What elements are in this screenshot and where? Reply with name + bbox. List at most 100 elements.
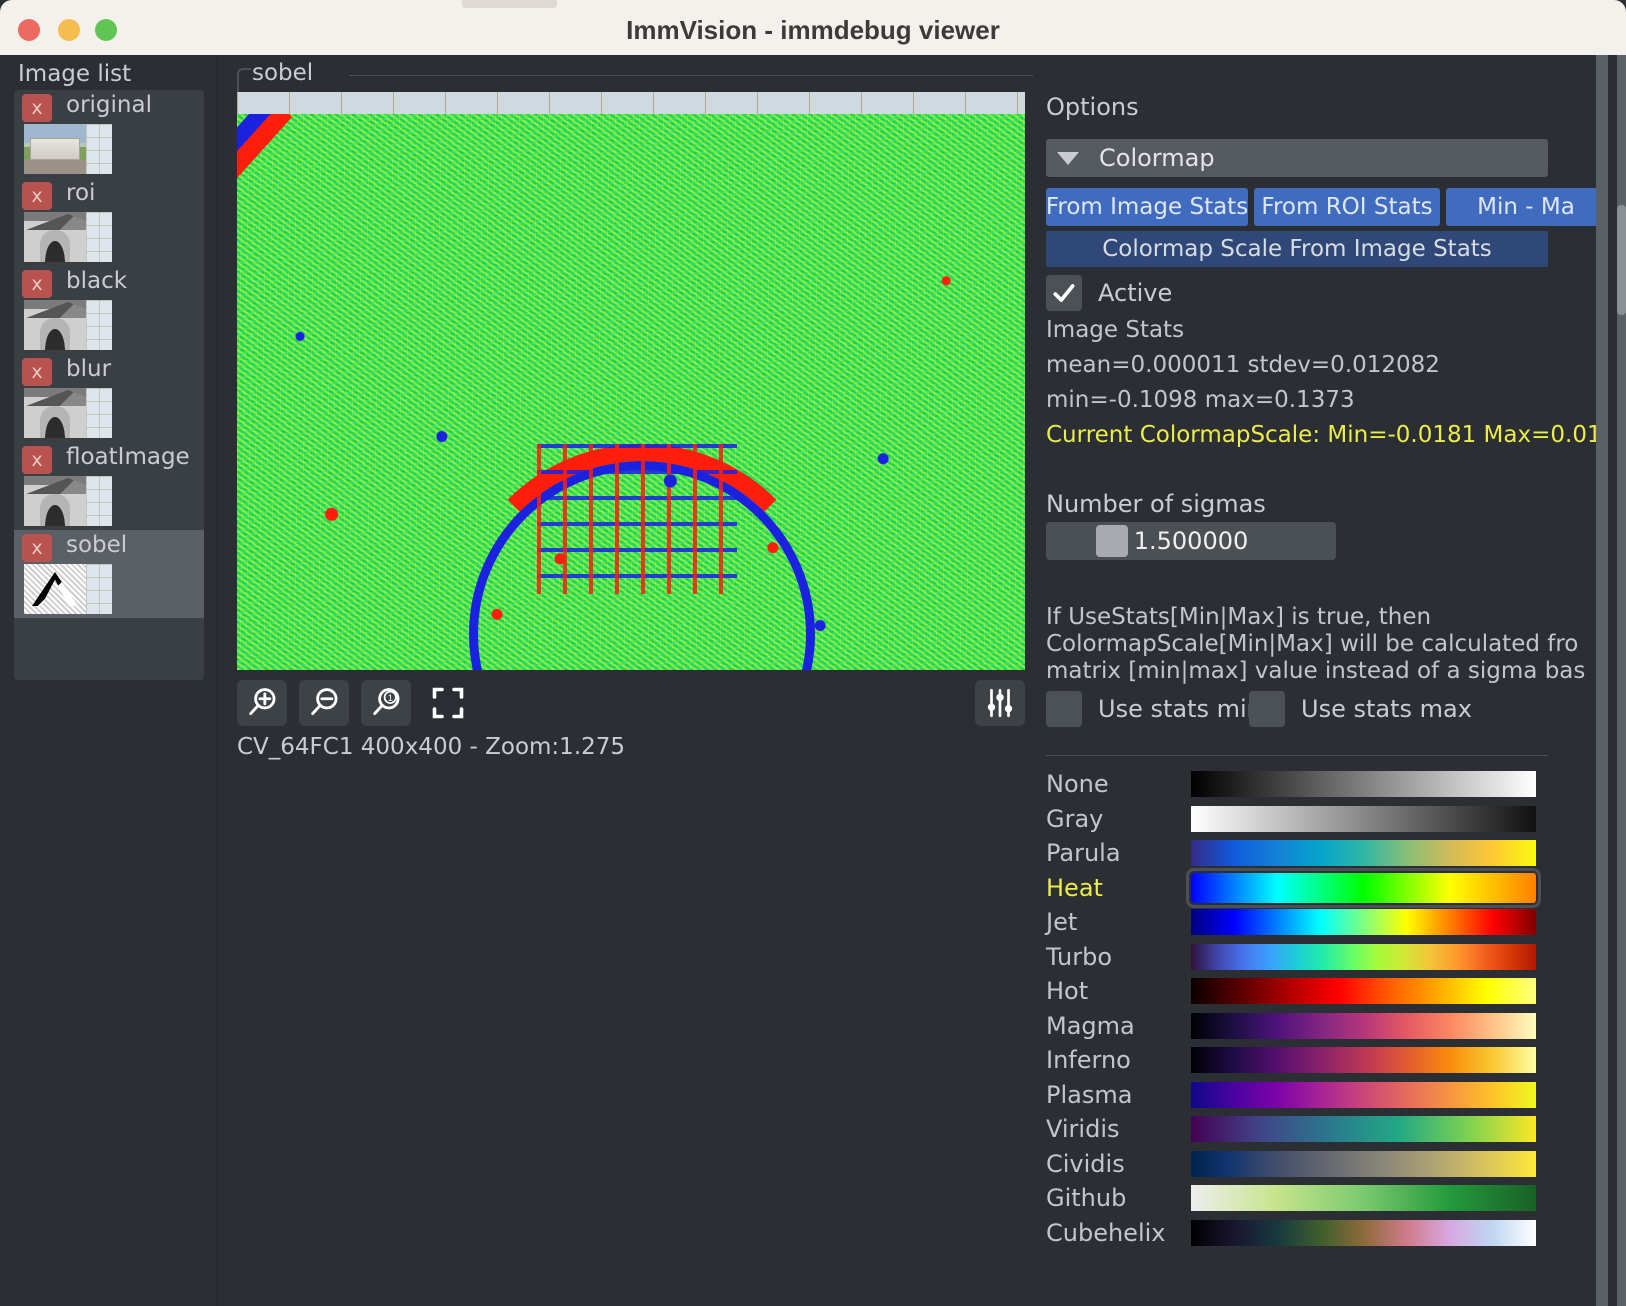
image-thumbnail[interactable]	[24, 564, 112, 614]
thumbnail-grid	[86, 476, 112, 526]
tab-sobel[interactable]: sobel	[252, 60, 313, 86]
image-list-item-original[interactable]: x original	[14, 90, 204, 178]
colormap-swatch[interactable]	[1191, 1082, 1536, 1108]
colormap-row-none[interactable]: None	[1033, 767, 1617, 802]
image-list-item-sobel[interactable]: xsobel	[14, 530, 204, 618]
colormap-collapsing-header[interactable]: Colormap	[1046, 139, 1548, 177]
help-text-line-3: matrix [min|max] value instead of a sigm…	[1046, 658, 1585, 684]
colormap-swatch[interactable]	[1191, 1047, 1536, 1073]
use-stats-max-row[interactable]: Use stats max	[1249, 691, 1472, 727]
current-colormap-scale: Current ColormapScale: Min=-0.0181 Max=0…	[1046, 422, 1602, 448]
colormap-row-plasma[interactable]: Plasma	[1033, 1078, 1617, 1113]
colormap-swatch[interactable]	[1191, 771, 1536, 797]
colormap-swatch[interactable]	[1191, 1185, 1536, 1211]
image-list-item-label: original	[66, 92, 152, 118]
image-list-item-floatimage[interactable]: xfloatImage	[14, 442, 204, 530]
use-stats-min-row[interactable]: Use stats min	[1046, 691, 1262, 727]
use-stats-min-checkbox[interactable]	[1046, 691, 1082, 727]
colormap-row-jet[interactable]: Jet	[1033, 905, 1617, 940]
colormap-row-inferno[interactable]: Inferno	[1033, 1043, 1617, 1078]
zoom-one-icon[interactable]: 1	[361, 680, 411, 726]
colormap-row-gray[interactable]: Gray	[1033, 802, 1617, 837]
colormap-swatch[interactable]	[1191, 873, 1536, 903]
active-label: Active	[1098, 279, 1172, 307]
use-stats-min-label: Use stats min	[1098, 695, 1262, 723]
colormap-row-github[interactable]: Github	[1033, 1181, 1617, 1216]
colormap-row-parula[interactable]: Parula	[1033, 836, 1617, 871]
number-of-sigmas-label: Number of sigmas	[1046, 490, 1266, 518]
image-list[interactable]: xoriginalxroixblackxblurxfloatImagexsobe…	[14, 90, 204, 680]
adjust-sliders-icon[interactable]	[975, 680, 1025, 726]
thumbnail-photo	[24, 564, 86, 614]
number-of-sigmas-value: 1.500000	[1046, 522, 1336, 560]
use-stats-max-checkbox[interactable]	[1249, 691, 1285, 727]
options-divider	[1046, 755, 1548, 756]
thumbnail-photo	[24, 212, 86, 262]
colormap-row-turbo[interactable]: Turbo	[1033, 940, 1617, 975]
colormap-row-cividis[interactable]: Cividis	[1033, 1147, 1617, 1182]
colormap-swatch[interactable]	[1191, 1013, 1536, 1039]
remove-image-button[interactable]: x	[22, 358, 52, 386]
remove-image-button[interactable]: x	[22, 94, 52, 122]
image-stats-mean: mean=0.000011 stdev=0.012082	[1046, 352, 1440, 378]
tab-from-roi-stats[interactable]: From ROI Stats	[1254, 188, 1440, 226]
image-stats-minmax: min=-0.1098 max=0.1373	[1046, 387, 1355, 413]
colormap-swatch[interactable]	[1191, 806, 1536, 832]
thumbnail-photo	[24, 476, 86, 526]
colormap-row-hot[interactable]: Hot	[1033, 974, 1617, 1009]
sobel-image-canvas[interactable]	[237, 114, 1025, 670]
zoom-fit-icon[interactable]	[423, 680, 473, 726]
colormap-name: Hot	[1046, 974, 1088, 1009]
image-list-item-label: roi	[66, 180, 95, 206]
remove-image-button[interactable]: x	[22, 182, 52, 210]
scrollbar-thumb[interactable]	[1617, 205, 1626, 315]
colormap-row-heat[interactable]: Heat	[1033, 871, 1617, 906]
help-text-line-1: If UseStats[Min|Max] is true, then	[1046, 604, 1431, 630]
colormap-row-magma[interactable]: Magma	[1033, 1009, 1617, 1044]
remove-image-button[interactable]: x	[22, 270, 52, 298]
thumbnail-grid	[86, 212, 112, 262]
options-title: Options	[1046, 93, 1139, 121]
colormap-name: Viridis	[1046, 1112, 1120, 1147]
image-viewer[interactable]	[237, 92, 1025, 670]
colormap-swatch[interactable]	[1191, 909, 1536, 935]
tab-from-image-stats[interactable]: From Image Stats	[1046, 188, 1248, 226]
colormap-swatch[interactable]	[1191, 978, 1536, 1004]
number-of-sigmas-slider[interactable]: 1.500000	[1046, 522, 1336, 560]
colormap-row-viridis[interactable]: Viridis	[1033, 1112, 1617, 1147]
active-checkbox[interactable]	[1046, 275, 1082, 311]
image-list-item-label: blur	[66, 356, 111, 382]
image-list-item-black[interactable]: xblack	[14, 266, 204, 354]
colormap-list[interactable]: NoneGrayParulaHeatJetTurboHotMagmaInfern…	[1033, 767, 1617, 1250]
zoom-out-icon[interactable]	[299, 680, 349, 726]
colormap-row-cubehelix[interactable]: Cubehelix	[1033, 1216, 1617, 1251]
remove-image-button[interactable]: x	[22, 446, 52, 474]
image-thumbnail[interactable]	[24, 388, 112, 438]
colormap-name: Turbo	[1046, 940, 1112, 975]
image-list-item-blur[interactable]: xblur	[14, 354, 204, 442]
colormap-swatch[interactable]	[1191, 1220, 1536, 1246]
image-stats-header: Image Stats	[1046, 317, 1184, 343]
colormap-swatch[interactable]	[1191, 1151, 1536, 1177]
image-toolbar: 1	[237, 680, 1025, 726]
options-scrollbar[interactable]	[1617, 55, 1626, 1306]
image-thumbnail[interactable]	[24, 476, 112, 526]
image-list-item-roi[interactable]: xroi	[14, 178, 204, 266]
sidebar: Image list xoriginalxroixblackxblurxfloa…	[0, 55, 218, 1306]
thumbnail-photo	[24, 300, 86, 350]
colormap-swatch[interactable]	[1191, 1116, 1536, 1142]
image-thumbnail[interactable]	[24, 300, 112, 350]
remove-image-button[interactable]: x	[22, 534, 52, 562]
image-thumbnail[interactable]	[24, 124, 112, 174]
tab-min-max[interactable]: Min - Ma	[1446, 188, 1606, 226]
sidebar-title: Image list	[18, 61, 131, 87]
image-list-item-label: black	[66, 268, 127, 294]
zoom-in-icon[interactable]	[237, 680, 287, 726]
thumbnail-grid	[86, 300, 112, 350]
image-thumbnail[interactable]	[24, 212, 112, 262]
colormap-swatch[interactable]	[1191, 944, 1536, 970]
colormap-name: Inferno	[1046, 1043, 1131, 1078]
colormap-name: Cividis	[1046, 1147, 1125, 1182]
active-checkbox-row[interactable]: Active	[1046, 275, 1172, 311]
colormap-swatch[interactable]	[1191, 840, 1536, 866]
